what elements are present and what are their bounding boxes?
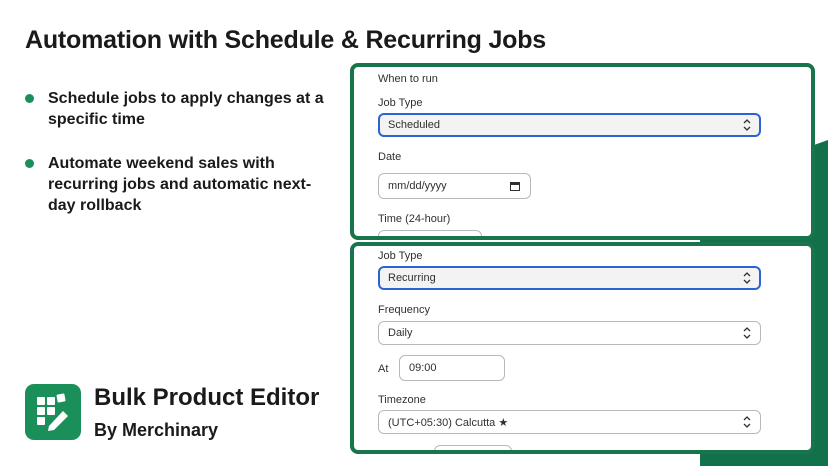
chevron-up-down-icon (743, 327, 751, 339)
time-input[interactable] (378, 230, 482, 236)
timezone-label: Timezone (378, 394, 426, 406)
feature-item: Automate weekend sales with recurring jo… (25, 153, 335, 216)
at-time-input[interactable]: 09:00 (399, 355, 505, 381)
job-type-select[interactable]: Recurring (378, 266, 761, 290)
chevron-up-down-icon (743, 119, 751, 131)
frequency-value: Daily (388, 327, 413, 339)
at-label: At (378, 363, 389, 375)
brand-name: Bulk Product Editor (94, 384, 320, 411)
timezone-value: (UTC+05:30) Calcutta ★ (388, 417, 509, 429)
chevron-up-down-icon (743, 272, 751, 284)
feature-text: Automate weekend sales with recurring jo… (48, 155, 312, 214)
recurring-job-card: Job Type Recurring Frequency Daily At 09… (350, 242, 815, 454)
brand-block: Bulk Product Editor By Merchinary (25, 384, 335, 440)
schedule-job-card: When to run Job Type Scheduled Date mm/d… (350, 63, 815, 240)
section-title: When to run (378, 73, 438, 85)
chevron-up-down-icon (743, 416, 751, 428)
job-type-label: Job Type (378, 97, 423, 109)
brand-byline: By Merchinary (94, 420, 219, 440)
bullet-dot-icon (25, 159, 34, 168)
feature-text: Schedule jobs to apply changes at a spec… (48, 90, 324, 128)
feature-item: Schedule jobs to apply changes at a spec… (25, 88, 335, 130)
bullet-dot-icon (25, 94, 34, 103)
page-headline: Automation with Schedule & Recurring Job… (25, 26, 547, 54)
calendar-icon[interactable] (510, 181, 520, 191)
feature-list: Schedule jobs to apply changes at a spec… (25, 88, 335, 239)
timezone-select[interactable]: (UTC+05:30) Calcutta ★ (378, 410, 761, 434)
date-input[interactable]: mm/dd/yyyy (378, 173, 531, 199)
job-type-label: Job Type (378, 250, 423, 262)
job-type-value: Scheduled (388, 119, 440, 131)
date-placeholder: mm/dd/yyyy (388, 180, 447, 192)
partial-input[interactable] (434, 445, 512, 450)
date-label: Date (378, 151, 402, 163)
job-type-select[interactable]: Scheduled (378, 113, 761, 137)
at-time-value: 09:00 (409, 362, 437, 374)
frequency-select[interactable]: Daily (378, 321, 761, 345)
job-type-value: Recurring (388, 272, 436, 284)
grid-pencil-icon (25, 384, 81, 440)
frequency-label: Frequency (378, 304, 430, 316)
time-label: Time (24-hour) (378, 213, 451, 225)
